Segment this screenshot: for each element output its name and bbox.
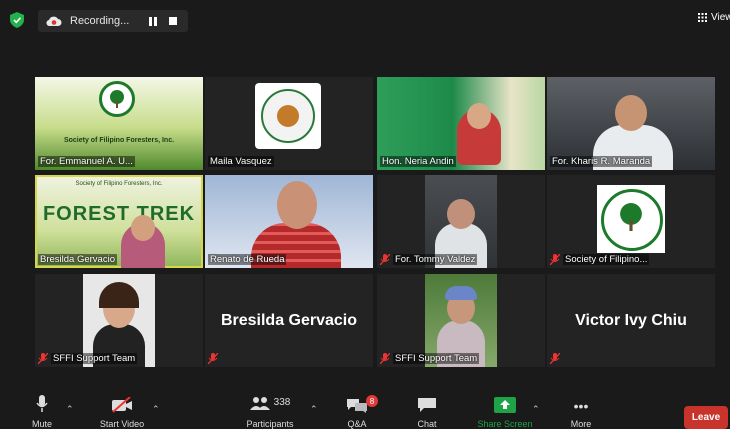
- participant-name: Maila Vasquez: [208, 156, 274, 167]
- qa-label: Q&A: [347, 419, 367, 429]
- recording-label: Recording...: [70, 15, 130, 27]
- more-icon: •••: [573, 398, 589, 414]
- participant-tile[interactable]: Society of Filipino Foresters, Inc. FORE…: [35, 175, 203, 268]
- sffi-logo: [99, 81, 135, 117]
- participant-tile[interactable]: Maila Vasquez: [205, 77, 373, 170]
- start-video-label: Start Video: [99, 419, 145, 429]
- participant-tile[interactable]: Hon. Neria Andin: [377, 77, 545, 170]
- video-off-icon: [112, 397, 132, 413]
- participant-tile[interactable]: Renato de Rueda: [205, 175, 373, 268]
- mic-muted-icon: [550, 254, 560, 265]
- participant-display-name: Victor Ivy Chiu: [575, 312, 687, 329]
- tree-icon: [110, 90, 124, 108]
- participant-name: SFFI Support Team: [380, 353, 480, 364]
- participant-tile[interactable]: Bresilda Gervacio: [205, 274, 373, 367]
- participant-tile[interactable]: Society of Filipino...: [547, 175, 715, 268]
- start-video-button[interactable]: Start Video: [92, 392, 152, 429]
- mute-button[interactable]: Mute: [22, 392, 62, 429]
- mute-label: Mute: [31, 419, 52, 429]
- participant-name: For. Kharis R. Maranda: [550, 156, 653, 167]
- participant-name: Bresilda Gervacio: [38, 254, 117, 265]
- organization-banner: Society of Filipino Foresters, Inc.: [63, 137, 175, 144]
- grid-view-icon: [698, 13, 707, 22]
- participant-tile[interactable]: Victor Ivy Chiu: [547, 274, 715, 367]
- stop-recording-button[interactable]: [166, 14, 180, 28]
- tree-icon: [620, 203, 642, 231]
- event-banner-top: Society of Filipino Foresters, Inc.: [75, 181, 163, 187]
- participant-tile[interactable]: For. Kharis R. Maranda: [547, 77, 715, 170]
- participants-count: 338: [273, 397, 291, 408]
- participant-name: Hon. Neria Andin: [380, 156, 456, 167]
- pause-recording-button[interactable]: [146, 14, 160, 28]
- pause-icon: [149, 16, 157, 26]
- participants-options-caret-icon[interactable]: ⌃: [310, 404, 318, 415]
- participant-name: For. Tommy Valdez: [380, 254, 478, 265]
- cloud-recording-icon: [46, 16, 62, 27]
- participant-name: For. Emmanuel A. U...: [38, 156, 135, 167]
- qa-notification-badge: 8: [366, 395, 378, 407]
- mic-muted-icon: [208, 353, 218, 364]
- participant-tile[interactable]: Society of Filipino Foresters, Inc. For.…: [35, 77, 203, 170]
- event-banner-title: FOREST TREK: [42, 203, 196, 225]
- more-button[interactable]: ••• More: [566, 392, 596, 429]
- mic-muted-icon: [38, 353, 48, 364]
- more-label: More: [570, 419, 592, 429]
- participant-display-name: Bresilda Gervacio: [220, 312, 358, 329]
- shield-icon[interactable]: [10, 12, 24, 28]
- view-label: View: [711, 12, 730, 23]
- mic-muted-icon: [550, 353, 560, 364]
- meeting-toolbar: Mute ⌃ Start Video ⌃ 338 Participants ⌃ …: [0, 392, 730, 429]
- microphone-icon: [36, 395, 48, 412]
- leave-button[interactable]: Leave: [684, 406, 728, 429]
- share-screen-icon: [494, 397, 516, 413]
- audio-options-caret-icon[interactable]: ⌃: [66, 404, 74, 415]
- video-options-caret-icon[interactable]: ⌃: [152, 404, 160, 415]
- participants-button[interactable]: 338 Participants: [236, 392, 304, 429]
- share-screen-label: Share Screen: [477, 419, 533, 429]
- top-bar: Recording... View: [0, 0, 730, 40]
- participant-tile[interactable]: SFFI Support Team: [377, 274, 545, 367]
- sffi-logo-card: [597, 185, 665, 253]
- share-options-caret-icon[interactable]: ⌃: [532, 404, 540, 415]
- participant-name: SFFI Support Team: [38, 353, 138, 364]
- participant-name: Renato de Rueda: [208, 254, 287, 265]
- participant-tile[interactable]: For. Tommy Valdez: [377, 175, 545, 268]
- chat-label: Chat: [417, 419, 437, 429]
- recording-indicator: Recording...: [38, 10, 188, 32]
- participant-tile[interactable]: SFFI Support Team: [35, 274, 203, 367]
- participant-name: [208, 353, 221, 364]
- participant-name: [550, 353, 563, 364]
- stop-icon: [169, 17, 177, 25]
- mic-muted-icon: [380, 254, 390, 265]
- chat-button[interactable]: Chat: [410, 392, 444, 429]
- view-button[interactable]: View: [698, 12, 730, 23]
- participants-icon: [249, 396, 270, 410]
- mic-muted-icon: [380, 353, 390, 364]
- chat-icon: [418, 398, 436, 412]
- qa-icon: [347, 399, 367, 413]
- participant-name: Society of Filipino...: [550, 254, 650, 265]
- mmsu-logo: [255, 83, 321, 149]
- participants-label: Participants: [246, 419, 294, 429]
- share-screen-button[interactable]: Share Screen: [472, 392, 538, 429]
